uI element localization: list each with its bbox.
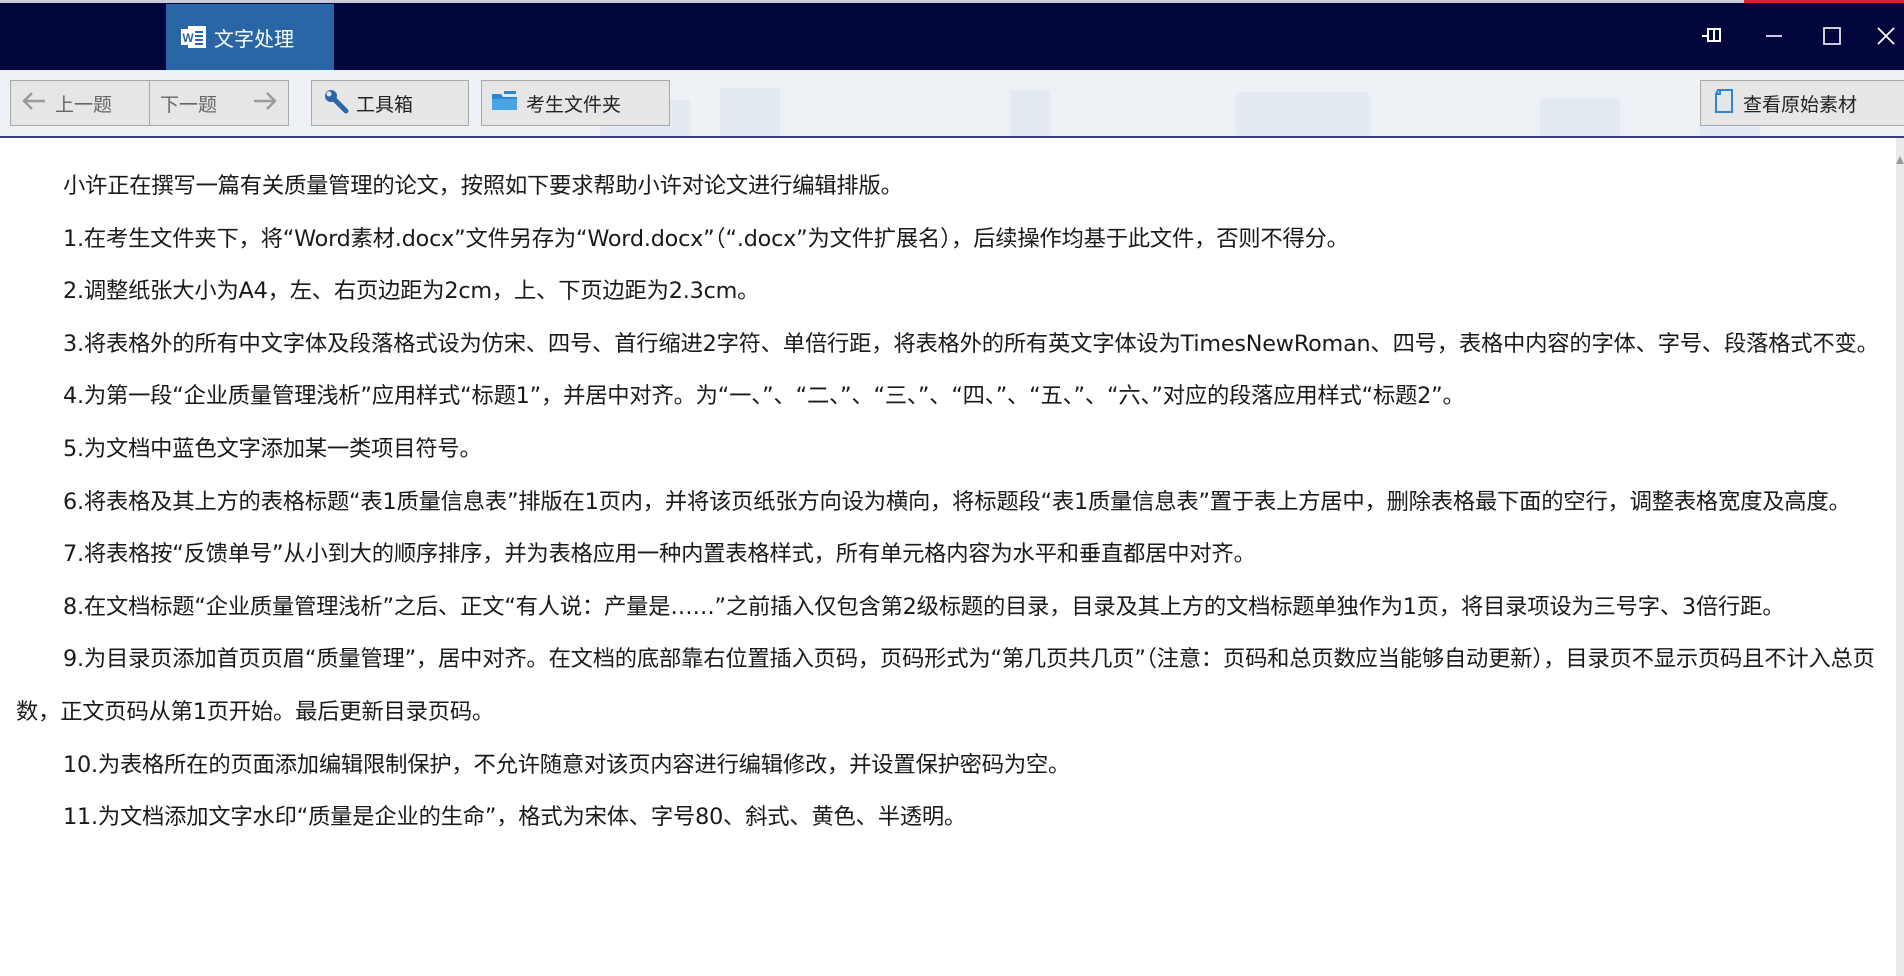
student-folder-label: 考生文件夹 [526,93,622,116]
close-icon [1875,25,1897,47]
title-bar-top-line [0,0,1904,3]
paragraph: 8.在文档标题“企业质量管理浅析”之后、正文“有人说：产量是……”之前插入仅包含… [63,593,1785,620]
next-question-button[interactable]: 下一题 [149,81,288,125]
paragraph: 9.为目录页添加首页页眉“质量管理”，居中对齐。在文档的底部靠右位置插入页码，页… [16,646,1875,725]
pin-button[interactable] [1694,18,1734,54]
minimize-button[interactable] [1754,18,1794,54]
toolbox-label: 工具箱 [356,93,414,116]
paragraph: 6.将表格及其上方的表格标题“表1质量信息表”排版在1页内，并将该页纸张方向设为… [63,488,1851,515]
view-material-label: 查看原始素材 [1743,93,1858,116]
title-bar: W 文字处理 [0,0,1904,70]
wrench-icon [322,87,350,120]
paragraph: 5.为文档中蓝色文字添加某一类项目符号。 [63,435,482,462]
paragraph: 小许正在撰写一篇有关质量管理的论文，按照如下要求帮助小许对论文进行编辑排版。 [63,173,903,199]
document-icon [1713,88,1735,119]
maximize-icon [1822,26,1842,46]
scroll-up-arrow-icon[interactable] [1896,154,1904,166]
next-question-label: 下一题 [160,93,218,116]
paragraph: 10.为表格所在的页面添加编辑限制保护，不允许随意对该页内容进行编辑修改，并设置… [63,751,1071,778]
paragraph: 2.调整纸张大小为A4，左、右页边距为2cm，上、下页边距为2.3cm。 [63,278,760,305]
pin-icon [1701,25,1727,47]
paragraph: 4.为第一段“企业质量管理浅析”应用样式“标题1”，并居中对齐。为“一、”、“二… [63,383,1465,410]
toolbar: 上一题 下一题 工具箱 考生文件夹 查看原始素材 [0,70,1904,138]
title-bar-accent [1744,0,1904,3]
prev-question-label: 上一题 [55,93,113,116]
app-tab[interactable]: W 文字处理 [166,4,334,70]
question-text: 小许正在撰写一篇有关质量管理的论文，按照如下要求帮助小许对论文进行编辑排版。 1… [16,160,1882,844]
word-icon: W [180,23,208,51]
app-title: 文字处理 [214,26,294,51]
question-content: 小许正在撰写一篇有关质量管理的论文，按照如下要求帮助小许对论文进行编辑排版。 1… [0,138,1904,976]
arrow-right-icon [252,91,278,116]
prev-question-button[interactable]: 上一题 [11,81,149,125]
close-button[interactable] [1866,18,1904,54]
view-material-button[interactable]: 查看原始素材 [1700,80,1904,126]
paragraph: 1.在考生文件夹下，将“Word素材.docx”文件另存为“Word.docx”… [63,225,1349,252]
paragraph: 7.将表格按“反馈单号”从小到大的顺序排序，并为表格应用一种内置表格样式，所有单… [63,541,1256,568]
question-nav: 上一题 下一题 [10,80,289,126]
maximize-button[interactable] [1812,18,1852,54]
svg-text:W: W [182,31,194,45]
folder-icon [490,89,520,118]
paragraph: 3.将表格外的所有中文字体及段落格式设为仿宋、四号、首行缩进2字符、单倍行距，将… [63,330,1879,357]
arrow-left-icon [21,91,47,116]
paragraph: 11.为文档添加文字水印“质量是企业的生命”，格式为宋体、字号80、斜式、黄色、… [63,804,967,831]
student-folder-button[interactable]: 考生文件夹 [481,80,670,126]
toolbox-button[interactable]: 工具箱 [311,80,469,126]
vertical-scrollbar[interactable] [1896,138,1904,976]
minimize-icon [1764,26,1784,46]
